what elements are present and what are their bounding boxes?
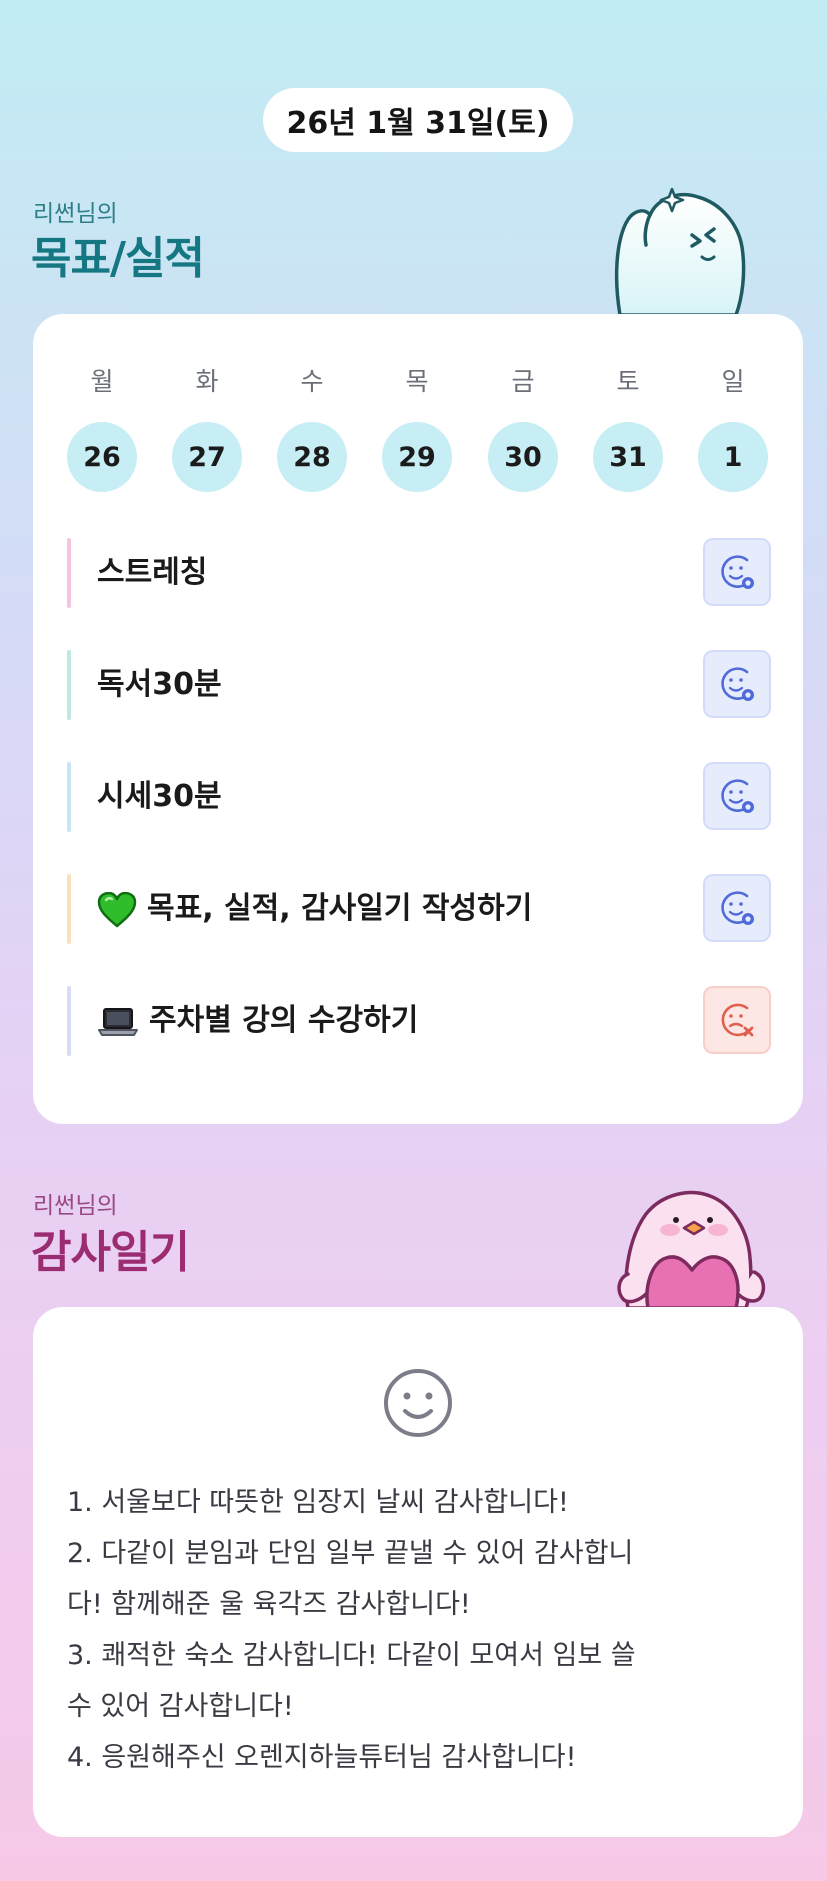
- smiley-check-icon: [721, 555, 754, 589]
- day-label: 월: [90, 367, 114, 396]
- gratitude-card: 1. 서울보다 따뜻한 임장지 날씨 감사합니다! 2. 다같이 분임과 단임 …: [33, 1307, 803, 1837]
- gratitude-text: 1. 서울보다 따뜻한 임장지 날씨 감사합니다! 2. 다같이 분임과 단임 …: [67, 1477, 767, 1783]
- day-cell[interactable]: 월 26: [67, 364, 137, 492]
- goal-row[interactable]: 스트레칭: [67, 538, 771, 608]
- day-number: 29: [382, 422, 452, 492]
- day-number: 26: [67, 422, 137, 492]
- goal-label: 시세30분: [97, 779, 222, 814]
- day-number: 30: [488, 422, 558, 492]
- goal-label: 목표, 실적, 감사일기 작성하기: [147, 891, 533, 926]
- goal-row[interactable]: 시세30분: [67, 762, 771, 832]
- date-label: 26년 1월 31일(토): [286, 106, 550, 141]
- gratitude-line: 2. 다같이 분임과 단임 일부 끝낼 수 있어 감사합니: [67, 1538, 634, 1569]
- gratitude-line: 수 있어 감사합니다!: [67, 1691, 294, 1722]
- day-label: 화: [195, 367, 219, 396]
- goal-row[interactable]: 주차별 강의 수강하기: [67, 986, 771, 1056]
- day-number: 1: [698, 422, 768, 492]
- day-cell[interactable]: 토 31: [593, 364, 663, 492]
- day-number: 28: [277, 422, 347, 492]
- gratitude-line: 4. 응원해주신 오렌지하늘튜터님 감사합니다!: [67, 1742, 577, 1773]
- smiley-check-icon: [721, 667, 754, 701]
- goals-card: 월 26 화 27 수 28 목 29 금 30 토 31 일 1 스트레칭 독…: [33, 314, 803, 1124]
- goal-color-bar: [67, 986, 71, 1056]
- day-number: 31: [593, 422, 663, 492]
- goal-row[interactable]: 목표, 실적, 감사일기 작성하기: [67, 874, 771, 944]
- day-label: 목: [405, 367, 429, 396]
- day-label: 토: [616, 367, 640, 396]
- goal-label: 독서30분: [97, 667, 222, 702]
- goal-row[interactable]: 독서30분: [67, 650, 771, 720]
- goals-title: 목표/실적: [31, 233, 205, 284]
- day-cell[interactable]: 화 27: [172, 364, 242, 492]
- gratitude-subtitle: 리썬님의: [33, 1193, 118, 1219]
- goal-status-not-done-button[interactable]: [703, 986, 771, 1054]
- goal-color-bar: [67, 874, 71, 944]
- goal-status-done-button[interactable]: [703, 538, 771, 606]
- goal-status-done-button[interactable]: [703, 874, 771, 942]
- goal-label: 스트레칭: [97, 555, 208, 590]
- day-number: 27: [172, 422, 242, 492]
- gratitude-line: 1. 서울보다 따뜻한 임장지 날씨 감사합니다!: [67, 1487, 569, 1518]
- goal-status-done-button[interactable]: [703, 762, 771, 830]
- goal-label-wrap: 주차별 강의 수강하기: [97, 986, 418, 1056]
- mascot-heart-icon: [617, 1190, 766, 1308]
- mascot-waving-icon: [614, 187, 746, 315]
- gratitude-line: 3. 쾌적한 숙소 감사합니다! 다같이 모여서 임보 쓸: [67, 1640, 636, 1671]
- day-cell[interactable]: 금 30: [488, 364, 558, 492]
- goal-color-bar: [67, 538, 71, 608]
- date-pill[interactable]: 26년 1월 31일(토): [263, 88, 573, 152]
- smiley-check-icon: [721, 779, 754, 813]
- day-cell[interactable]: 일 1: [698, 364, 768, 492]
- day-label: 일: [721, 367, 745, 396]
- day-cell[interactable]: 수 28: [277, 364, 347, 492]
- gratitude-line: 다! 함께해준 울 육각즈 감사합니다!: [67, 1589, 471, 1620]
- goal-color-bar: [67, 762, 71, 832]
- gratitude-title: 감사일기: [31, 1227, 190, 1278]
- goal-color-bar: [67, 650, 71, 720]
- day-cell[interactable]: 목 29: [382, 364, 452, 492]
- goal-status-done-button[interactable]: [703, 650, 771, 718]
- goal-label-wrap: 목표, 실적, 감사일기 작성하기: [97, 874, 532, 944]
- smiley-cross-icon: [721, 1003, 754, 1037]
- goal-label: 주차별 강의 수강하기: [149, 1003, 419, 1038]
- smiley-icon: [384, 1369, 452, 1437]
- day-label: 수: [300, 367, 324, 396]
- smiley-check-icon: [721, 891, 754, 925]
- laptop-icon: [98, 1007, 138, 1036]
- green-heart-icon: [97, 891, 137, 927]
- day-label: 금: [511, 367, 535, 396]
